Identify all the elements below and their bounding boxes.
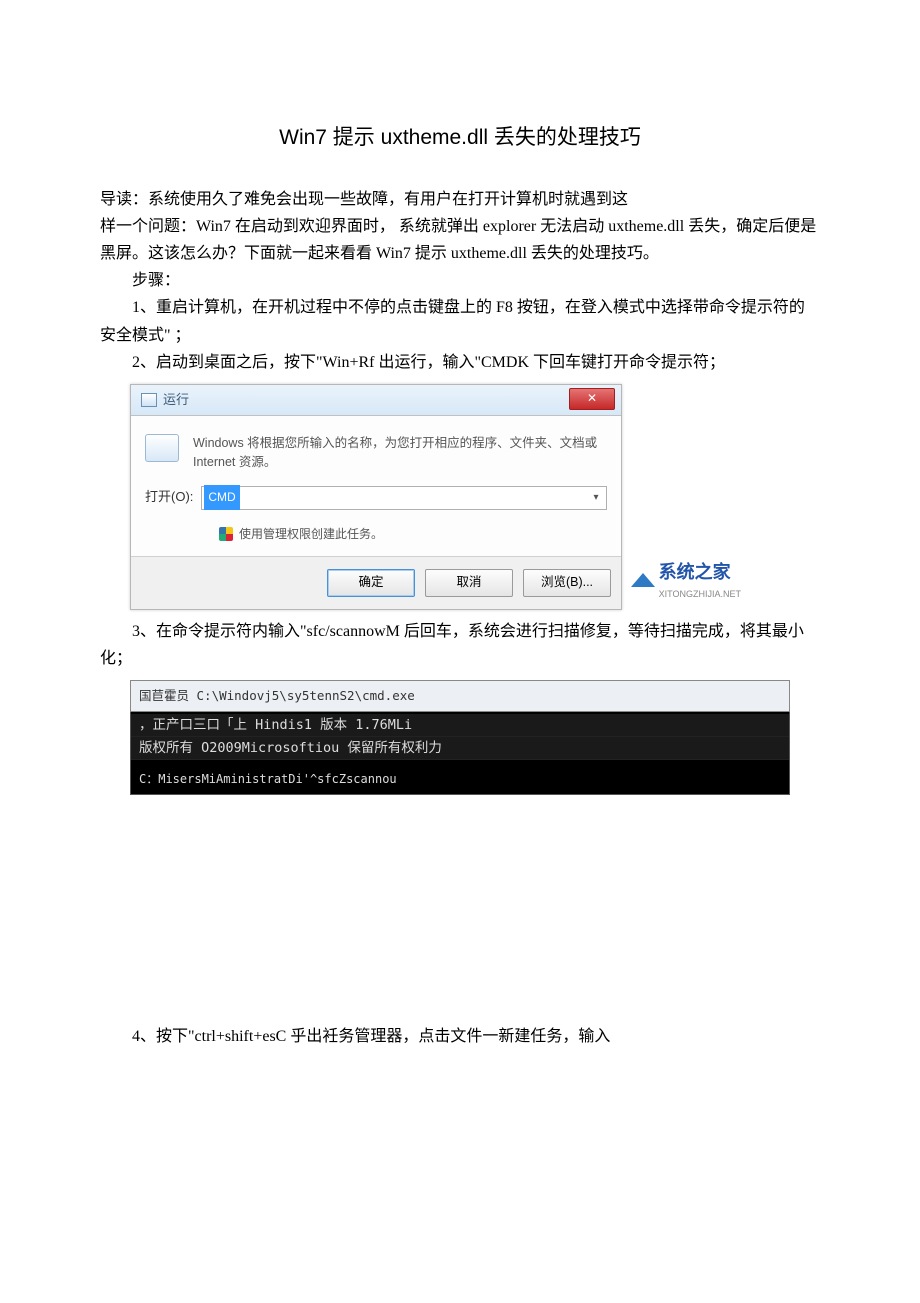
cancel-button[interactable]: 取消 — [425, 569, 513, 597]
close-button[interactable]: ✕ — [569, 388, 615, 410]
run-dialog-body: Windows 将根据您所输入的名称，为您打开相应的程序、文件夹、文档或 Int… — [131, 416, 621, 482]
run-dialog-buttons: 确定 取消 浏览(B)... 系统之家 XITONGZHIJIA.NET — [131, 556, 621, 609]
steps-header: 步骤： — [100, 267, 820, 294]
house-icon — [631, 573, 655, 587]
page-title: Win7 提示 uxtheme.dll 丢失的处理技巧 — [100, 120, 820, 156]
document-page: Win7 提示 uxtheme.dll 丢失的处理技巧 导读：系统使用久了难免会… — [0, 0, 920, 1110]
ok-button[interactable]: 确定 — [327, 569, 415, 597]
watermark: 系统之家 XITONGZHIJIA.NET — [631, 557, 741, 603]
dropdown-icon[interactable]: ▾ — [588, 489, 604, 507]
shield-icon — [219, 527, 233, 541]
intro-line-1: 导读：系统使用久了难免会出现一些故障，有用户在打开计算机时就遇到这 — [100, 186, 820, 213]
open-label: 打开(O): — [145, 486, 193, 508]
open-input[interactable]: CMD ▾ — [201, 486, 607, 510]
cmd-titlebar: 国苣霍员 C:\Windovj5\sy5tennS2\cmd.exe — [130, 680, 790, 711]
run-dialog-description: Windows 将根据您所输入的名称，为您打开相应的程序、文件夹、文档或 Int… — [193, 434, 607, 472]
run-title-icon — [141, 393, 157, 407]
spacer — [100, 803, 820, 1023]
cmd-line-3: C：MisersMiAministratDi'^sfcZscannou — [131, 760, 789, 792]
step-4: 4、按下"ctrl+shift+esC 乎出衽务管理器，点击文件一新建任务，输入 — [100, 1023, 820, 1050]
step-3: 3、在命令提示符内输入"sfc/scannowM 后回车，系统会进行扫描修复，等… — [100, 618, 820, 672]
open-input-value: CMD — [204, 485, 239, 509]
watermark-text: 系统之家 — [659, 562, 731, 582]
cmd-line-1: ，正产口三口「上 Hindis1 版本 1.76MLi — [131, 714, 789, 737]
admin-privilege-row: 使用管理权限创建此任务。 — [131, 520, 621, 556]
run-program-icon — [145, 434, 179, 462]
cmd-line-2: 版权所有 O2009Microsoftiou 保留所有权利力 — [131, 737, 789, 760]
cmd-body: ，正产口三口「上 Hindis1 版本 1.76MLi 版权所有 O2009Mi… — [130, 712, 790, 796]
watermark-sub: XITONGZHIJIA.NET — [659, 587, 741, 602]
intro-line-2: 样一个问题：Win7 在启动到欢迎界面时， 系统就弹出 explorer 无法启… — [100, 213, 820, 267]
run-open-row: 打开(O): CMD ▾ — [131, 482, 621, 520]
run-dialog-title: 运行 — [163, 389, 189, 411]
cmd-window: 国苣霍员 C:\Windovj5\sy5tennS2\cmd.exe ，正产口三… — [130, 680, 790, 795]
step-1: 1、重启计算机，在开机过程中不停的点击键盘上的 F8 按钮，在登入模式中选择带命… — [100, 294, 820, 348]
browse-button[interactable]: 浏览(B)... — [523, 569, 611, 597]
run-dialog: 运行 ✕ Windows 将根据您所输入的名称，为您打开相应的程序、文件夹、文档… — [130, 384, 622, 610]
admin-note: 使用管理权限创建此任务。 — [239, 524, 383, 544]
step-2: 2、启动到桌面之后，按下"Win+Rf 出运行，输入"CMDK 下回车键打开命令… — [100, 349, 820, 376]
run-dialog-titlebar: 运行 ✕ — [131, 385, 621, 416]
